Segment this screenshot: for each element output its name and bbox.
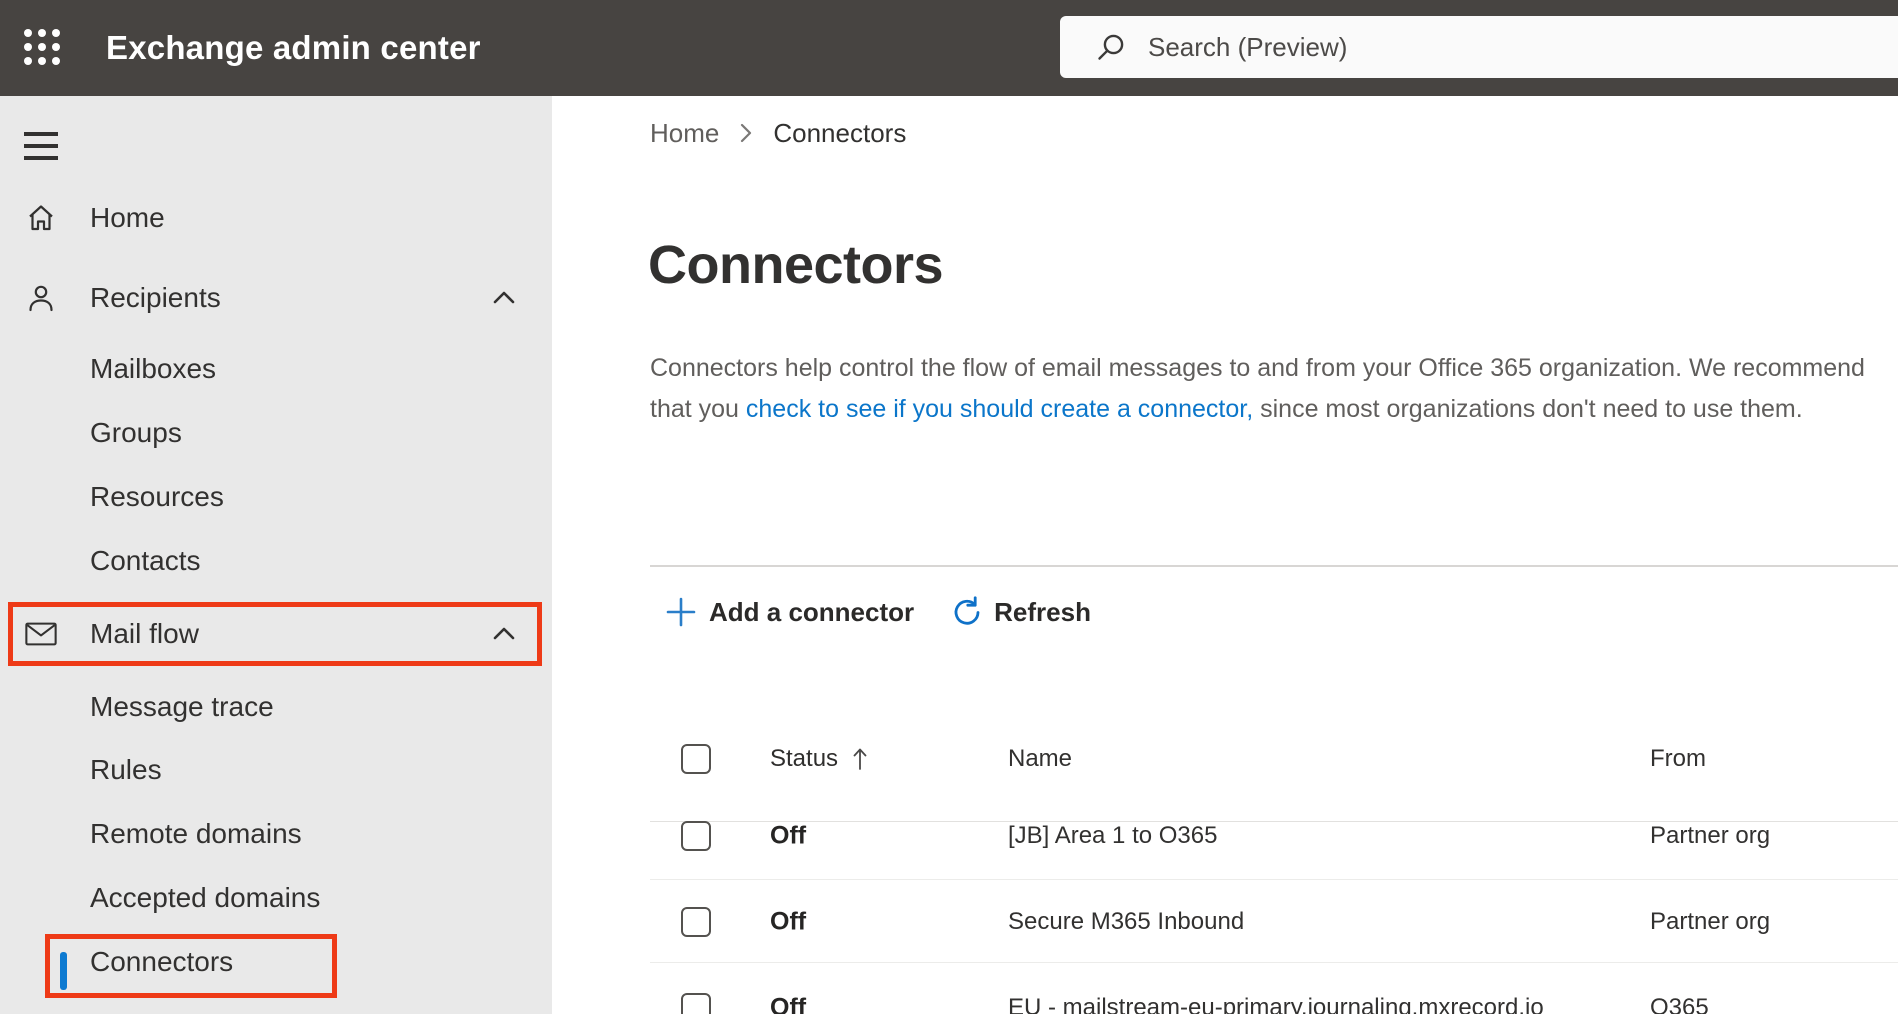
hamburger-menu-icon[interactable]	[24, 130, 58, 160]
row-checkbox[interactable]	[681, 820, 711, 851]
chevron-up-icon[interactable]	[490, 284, 518, 312]
select-all-checkbox[interactable]	[681, 744, 711, 774]
sidebar-item-label: Accepted domains	[90, 882, 321, 913]
status-header-label: Status	[770, 745, 839, 772]
selected-item-indicator	[60, 952, 67, 990]
plus-icon	[666, 597, 696, 627]
table-row[interactable]: Off Secure M365 Inbound Partner org	[650, 880, 1898, 963]
top-app-bar: Exchange admin center	[0, 0, 1898, 96]
connector-name: [JB] Area 1 to O365	[1008, 821, 1218, 849]
app-launcher-icon[interactable]	[23, 28, 61, 66]
sidebar-item-mailboxes[interactable]: Mailboxes	[0, 337, 552, 401]
sidebar-item-message-trace[interactable]: Message trace	[0, 675, 552, 739]
breadcrumb: Home Connectors	[650, 116, 906, 150]
sidebar-item-label: Groups	[90, 417, 182, 448]
create-connector-check-link[interactable]: check to see if you should create a conn…	[746, 395, 1253, 423]
sidebar-item-groups[interactable]: Groups	[0, 401, 552, 465]
column-header-status[interactable]: Status	[770, 745, 868, 773]
sidebar-item-label: Mailboxes	[90, 353, 217, 384]
row-checkbox[interactable]	[681, 992, 711, 1014]
exchange-admin-center-window: Exchange admin center Home	[0, 0, 1898, 1014]
connector-from: O365	[1650, 993, 1709, 1014]
table-row[interactable]: Off EU - mailstream-eu-primary.journalin…	[650, 963, 1898, 1014]
sidebar-item-connectors[interactable]: Connectors	[0, 930, 552, 994]
home-icon	[24, 201, 58, 235]
sort-ascending-icon	[853, 748, 867, 770]
add-connector-button[interactable]: Add a connector	[665, 596, 914, 628]
sidebar-item-label: Connectors	[90, 946, 234, 977]
sidebar-item-remote-domains[interactable]: Remote domains	[0, 802, 552, 866]
left-navigation: Home Recipients Mailboxes Groups Resourc…	[0, 96, 552, 1014]
table-header-row: Status Name From	[650, 727, 1898, 822]
refresh-button[interactable]: Refresh	[950, 595, 1091, 629]
column-header-from[interactable]: From	[1650, 745, 1706, 773]
sidebar-item-mail-flow[interactable]: Mail flow	[0, 602, 552, 666]
app-title: Exchange admin center	[106, 29, 481, 66]
connector-status: Off	[770, 993, 807, 1014]
envelope-icon	[24, 617, 58, 651]
chevron-up-icon[interactable]	[490, 620, 518, 648]
sidebar-item-label: Recipients	[90, 282, 221, 313]
description-text-after: since most organizations don't need to u…	[1253, 395, 1803, 423]
toolbar-top-divider	[650, 565, 1898, 567]
add-connector-label: Add a connector	[709, 596, 915, 627]
connector-status: Off	[770, 821, 807, 849]
breadcrumb-chevron-icon	[741, 123, 752, 143]
person-icon	[24, 281, 58, 315]
sidebar-item-label: Resources	[90, 481, 224, 512]
connector-name: EU - mailstream-eu-primary.journaling.mx…	[1008, 993, 1544, 1014]
connector-status: Off	[770, 907, 807, 935]
sidebar-item-resources[interactable]: Resources	[0, 465, 552, 529]
connector-from: Partner org	[1650, 907, 1771, 935]
sidebar-item-rules[interactable]: Rules	[0, 738, 552, 802]
search-icon	[1098, 34, 1124, 60]
sidebar-item-accepted-domains[interactable]: Accepted domains	[0, 866, 552, 930]
sidebar-item-label: Rules	[90, 754, 162, 785]
table-row[interactable]: Off [JB] Area 1 to O365 Partner org	[650, 791, 1898, 880]
main-content: Home Connectors Connectors Connectors he…	[552, 96, 1898, 1014]
search-bar[interactable]	[1060, 16, 1898, 78]
command-bar: Add a connector Refresh	[665, 588, 1091, 636]
page-title: Connectors	[648, 235, 944, 295]
page-description: Connectors help control the flow of emai…	[650, 348, 1868, 430]
row-checkbox[interactable]	[681, 906, 711, 937]
sidebar-item-recipients[interactable]: Recipients	[0, 266, 552, 330]
sidebar-item-home[interactable]: Home	[0, 186, 552, 250]
sidebar-item-label: Mail flow	[90, 618, 199, 649]
breadcrumb-current: Connectors	[773, 117, 907, 148]
refresh-icon	[954, 596, 980, 625]
connector-from: Partner org	[1650, 821, 1771, 849]
search-input[interactable]	[1148, 31, 1788, 63]
refresh-label: Refresh	[994, 596, 1091, 627]
sidebar-item-label: Contacts	[90, 545, 201, 576]
connector-name: Secure M365 Inbound	[1008, 907, 1245, 935]
sidebar-item-label: Message trace	[90, 691, 274, 722]
sidebar-item-contacts[interactable]: Contacts	[0, 529, 552, 593]
sidebar-item-label: Remote domains	[90, 818, 302, 849]
sidebar-item-label: Home	[90, 202, 165, 233]
column-header-name[interactable]: Name	[1008, 745, 1072, 773]
breadcrumb-home-link[interactable]: Home	[650, 118, 719, 149]
